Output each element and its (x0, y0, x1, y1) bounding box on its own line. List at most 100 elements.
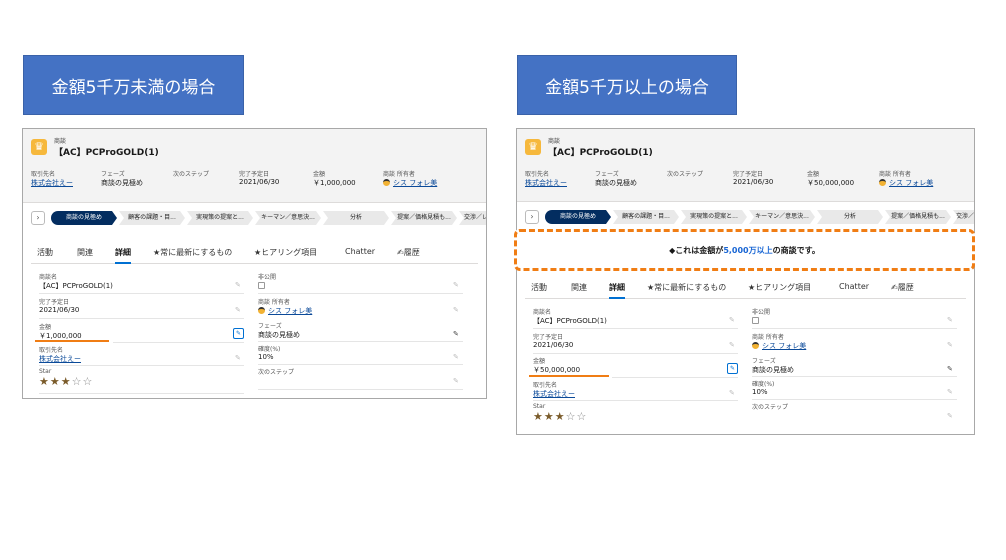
detail-account-link[interactable]: 株式会社えー (533, 389, 575, 399)
stage-quote[interactable]: 提案／価格見積も... (885, 210, 951, 224)
pencil-icon[interactable]: ✎ (235, 306, 241, 314)
caption-under-50m: 金額5千万未満の場合 (23, 55, 244, 115)
divider (258, 293, 463, 294)
divider (258, 341, 463, 342)
tab-details[interactable]: 詳細 (609, 282, 625, 299)
pencil-icon[interactable]: ✎ (453, 377, 459, 385)
tab-always-latest[interactable]: ★常に最新にするもの (153, 247, 232, 262)
header-close-date-label: 完了予定日 (733, 171, 764, 178)
private-checkbox[interactable] (752, 317, 759, 324)
tab-related[interactable]: 関連 (77, 247, 93, 262)
pencil-icon[interactable]: ✎ (453, 353, 459, 361)
header-owner-link[interactable]: シス フォレ美 (393, 179, 437, 187)
tab-chatter[interactable]: Chatter (839, 282, 869, 297)
stage-decision-maker[interactable]: キーマン／意思決... (255, 211, 321, 225)
header-close-date-value: 2021/06/30 (239, 178, 280, 186)
tab-hearing[interactable]: ★ヒアリング項目 (748, 282, 811, 297)
avatar-icon (879, 179, 886, 186)
star-icon: ☆ (576, 410, 588, 423)
tab-always-latest[interactable]: ★常に最新にするもの (647, 282, 726, 297)
stage-qualification[interactable]: 商談の見極め (51, 211, 117, 225)
header-phase-value: 商談の見極め (595, 179, 637, 187)
pencil-icon[interactable]: ✎ (947, 341, 953, 349)
tab-hearing[interactable]: ★ヒアリング項目 (254, 247, 317, 262)
detail-owner-link[interactable]: シス フォレ美 (762, 342, 806, 350)
edit-icon[interactable]: ✎ (233, 328, 244, 339)
stage-qualification[interactable]: 商談の見極め (545, 210, 611, 224)
detail-probability-value: 10% (752, 388, 768, 396)
detail-owner[interactable]: シス フォレ美 (752, 341, 806, 351)
tab-details[interactable]: 詳細 (115, 247, 131, 264)
stage-needs[interactable]: 顧客の課題・目... (613, 210, 679, 224)
pencil-icon[interactable]: ✎ (235, 354, 241, 362)
avatar-icon (258, 307, 265, 314)
pencil-icon[interactable]: ✎ (453, 330, 459, 338)
pencil-icon[interactable]: ✎ (947, 412, 953, 420)
pencil-icon[interactable]: ✎ (453, 306, 459, 314)
detail-private-label: 非公開 (258, 274, 277, 281)
header-close-date-label: 完了予定日 (239, 171, 270, 178)
pencil-icon[interactable]: ✎ (235, 281, 241, 289)
tab-activity[interactable]: 活動 (37, 247, 53, 262)
stage-analysis[interactable]: 分析 (323, 211, 389, 225)
header-account-link[interactable]: 株式会社えー (525, 178, 567, 188)
detail-owner[interactable]: シス フォレ美 (258, 306, 312, 316)
stage-path: › 商談の見極め 顧客の課題・目... 実現策の提案と... キーマン／意思決.… (525, 210, 974, 224)
detail-owner-link[interactable]: シス フォレ美 (268, 307, 312, 315)
stage-negotiation[interactable]: 交渉／レビ (459, 211, 487, 225)
pencil-icon[interactable]: ✎ (729, 316, 735, 324)
record-header: ♛ 商談 【AC】PCProGOLD(1) 取引先名 株式会社えー フェーズ 商… (517, 129, 974, 202)
header-owner[interactable]: シス フォレ美 (879, 178, 933, 188)
detail-account-label: 取引先名 (533, 382, 558, 389)
stage-decision-maker[interactable]: キーマン／意思決... (749, 210, 815, 224)
header-owner[interactable]: シス フォレ美 (383, 178, 437, 188)
detail-probability-label: 確度(%) (752, 381, 775, 388)
tab-activity[interactable]: 活動 (531, 282, 547, 297)
pencil-icon[interactable]: ✎ (453, 281, 459, 289)
detail-amount-value: ￥50,000,000 (533, 366, 581, 374)
detail-phase-value: 商談の見極め (752, 366, 794, 374)
detail-star-label: Star (533, 403, 546, 410)
detail-phase-label: フェーズ (752, 358, 776, 365)
tab-bar: 活動 関連 詳細 ★常に最新にするもの ★ヒアリング項目 Chatter ✍履歴 (31, 247, 478, 264)
stage-analysis[interactable]: 分析 (817, 210, 883, 224)
stage-needs[interactable]: 顧客の課題・目... (119, 211, 185, 225)
tab-chatter[interactable]: Chatter (345, 247, 375, 262)
crown-icon: ♛ (525, 139, 541, 155)
tab-related[interactable]: 関連 (571, 282, 587, 297)
tab-history[interactable]: ✍履歴 (397, 247, 420, 262)
caption-over-50m: 金額5千万以上の場合 (517, 55, 737, 115)
pencil-icon[interactable]: ✎ (947, 388, 953, 396)
divider (533, 328, 738, 329)
divider (39, 365, 244, 366)
detail-name-value: 【AC】PCProGOLD(1) (39, 282, 113, 290)
stage-scroll-button[interactable]: › (525, 210, 539, 224)
stage-proposal[interactable]: 実現策の提案と... (187, 211, 253, 225)
stage-proposal[interactable]: 実現策の提案と... (681, 210, 747, 224)
avatar-icon (383, 179, 390, 186)
divider (533, 353, 738, 354)
pencil-icon[interactable]: ✎ (947, 316, 953, 324)
detail-owner-label: 商談 所有者 (752, 334, 784, 341)
stage-negotiation[interactable]: 交渉／レビ (953, 210, 975, 224)
star-icon: ★ (533, 410, 544, 423)
tab-bar: 活動 関連 詳細 ★常に最新にするもの ★ヒアリング項目 Chatter ✍履歴 (525, 282, 966, 299)
record-type: 商談 (54, 138, 67, 145)
pencil-icon[interactable]: ✎ (729, 341, 735, 349)
header-owner-link[interactable]: シス フォレ美 (889, 179, 933, 187)
header-account-label: 取引先名 (31, 171, 56, 178)
detail-account-link[interactable]: 株式会社えー (39, 354, 81, 364)
pencil-icon[interactable]: ✎ (947, 365, 953, 373)
header-owner-label: 商談 所有者 (383, 171, 415, 178)
header-account-link[interactable]: 株式会社えー (31, 178, 73, 188)
stage-scroll-button[interactable]: › (31, 211, 45, 225)
detail-next-step-label: 次のステップ (258, 369, 295, 376)
header-amount-value: ￥1,000,000 (313, 179, 356, 187)
pencil-icon[interactable]: ✎ (729, 389, 735, 397)
tab-history[interactable]: ✍履歴 (891, 282, 914, 297)
stage-quote[interactable]: 提案／価格見積も... (391, 211, 457, 225)
private-checkbox[interactable] (258, 282, 265, 289)
header-amount-label: 金額 (313, 171, 326, 178)
detail-private-label: 非公開 (752, 309, 771, 316)
edit-icon[interactable]: ✎ (727, 363, 738, 374)
